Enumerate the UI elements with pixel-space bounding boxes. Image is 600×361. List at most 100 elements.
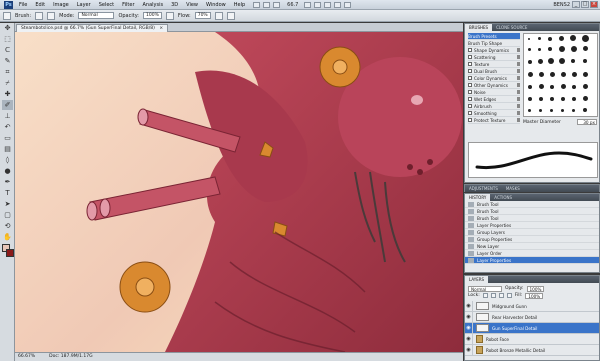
tab-history[interactable]: HISTORY	[465, 194, 491, 201]
brush-preset[interactable]	[570, 35, 576, 41]
brush-preset[interactable]	[539, 97, 543, 101]
brush-preset[interactable]	[561, 97, 565, 101]
layer-group-row[interactable]: ◉ Robot Face	[465, 333, 599, 345]
pen-tool-icon[interactable]: ✒	[2, 177, 13, 187]
extras-button[interactable]	[273, 1, 281, 8]
menu-image[interactable]: Image	[53, 2, 69, 8]
brush-picker[interactable]	[35, 11, 44, 20]
tab-masks[interactable]: MASKS	[502, 185, 524, 192]
layer-opacity-field[interactable]: 100%	[526, 285, 545, 292]
menu-filter[interactable]: Filter	[122, 2, 134, 8]
brush-preset[interactable]	[572, 85, 576, 89]
dodge-tool-icon[interactable]: ●	[2, 166, 13, 176]
brush-preset[interactable]	[583, 84, 588, 89]
menu-layer[interactable]: Layer	[77, 2, 91, 8]
lock-position-icon[interactable]	[498, 293, 504, 298]
menu-edit[interactable]: Edit	[35, 2, 45, 8]
quick-select-tool-icon[interactable]: ✎	[2, 56, 13, 66]
checkbox[interactable]	[468, 69, 472, 73]
brush-preset[interactable]	[559, 36, 564, 41]
history-item[interactable]: Brush Tool	[465, 208, 599, 215]
brush-preset[interactable]	[572, 97, 576, 101]
tab-actions[interactable]: ACTIONS	[490, 194, 516, 201]
brush-preset[interactable]	[550, 85, 554, 89]
brush-preset[interactable]	[538, 59, 543, 64]
brush-preset[interactable]	[539, 84, 544, 89]
zoom-level-select[interactable]: 66.7	[287, 2, 298, 8]
brush-preset[interactable]	[538, 48, 541, 51]
checkbox[interactable]	[468, 76, 472, 80]
lock-icon[interactable]	[517, 104, 520, 108]
checkbox[interactable]	[468, 90, 472, 94]
checkbox[interactable]	[468, 48, 472, 52]
layer-row[interactable]: ◉ Rear Harvester Detail	[465, 311, 599, 323]
brush-preset[interactable]	[572, 109, 575, 112]
brush-preset[interactable]	[561, 109, 564, 112]
menu-help[interactable]: Help	[234, 2, 245, 8]
checkbox[interactable]	[468, 111, 472, 115]
menu-3d[interactable]: 3D	[171, 2, 178, 8]
3d-rotate-tool-icon[interactable]: ⟲	[2, 221, 13, 231]
brush-preset[interactable]	[548, 47, 552, 51]
history-item[interactable]: Layer Properties	[465, 222, 599, 229]
brush-preset[interactable]	[539, 109, 542, 112]
brush-tool-icon[interactable]: ✐	[2, 100, 13, 110]
arrange-documents-button[interactable]	[334, 1, 342, 8]
checkbox[interactable]	[468, 62, 472, 66]
minibridge-button[interactable]	[263, 1, 271, 8]
menu-analysis[interactable]: Analysis	[143, 2, 164, 8]
fill-field[interactable]: 100%	[525, 292, 544, 299]
pressure-opacity-icon[interactable]	[165, 11, 174, 20]
blur-tool-icon[interactable]: ◊	[2, 155, 13, 165]
blend-mode-select[interactable]: Normal	[468, 285, 502, 292]
layer-group-row[interactable]: ◉ Robot Bronze Metallic Detail	[465, 344, 599, 356]
airbrush-icon[interactable]	[214, 11, 223, 20]
background-color-swatch[interactable]	[6, 249, 14, 257]
checkbox[interactable]	[468, 83, 472, 87]
brush-preset[interactable]	[528, 38, 530, 40]
checkbox[interactable]	[468, 118, 472, 122]
hand-tool-icon[interactable]: ✋	[2, 232, 13, 242]
brush-preset[interactable]	[571, 46, 577, 52]
lock-icon[interactable]	[517, 48, 520, 52]
workspace-switcher[interactable]: BENS2	[553, 2, 570, 8]
brush-preset[interactable]	[528, 48, 531, 51]
history-item-selected[interactable]: Layer Properties	[465, 257, 599, 264]
healing-brush-tool-icon[interactable]: ✚	[2, 89, 13, 99]
screen-mode-button[interactable]	[344, 1, 352, 8]
brush-preset[interactable]	[528, 85, 532, 89]
path-selection-tool-icon[interactable]: ➤	[2, 199, 13, 209]
brush-preset[interactable]	[559, 46, 565, 52]
visibility-eye-icon[interactable]: ◉	[465, 322, 473, 334]
lock-image-icon[interactable]	[490, 293, 496, 298]
brush-preset[interactable]	[548, 37, 552, 41]
history-item[interactable]: Layer Order	[465, 250, 599, 257]
zoom-tool-button[interactable]	[314, 1, 322, 8]
visibility-eye-icon[interactable]: ◉	[465, 311, 473, 323]
lock-icon[interactable]	[517, 76, 520, 80]
brush-preset[interactable]	[583, 46, 588, 51]
checkbox[interactable]	[468, 104, 472, 108]
brush-preset[interactable]	[539, 72, 544, 77]
rotate-view-button[interactable]	[324, 1, 332, 8]
layer-row-selected[interactable]: ◉ Gun SuperFinal Detail	[465, 322, 599, 334]
layer-row[interactable]: ◉ Midground Gunn	[465, 300, 599, 312]
menu-select[interactable]: Select	[99, 2, 114, 8]
eyedropper-tool-icon[interactable]: ⌿	[2, 78, 13, 88]
lock-all-icon[interactable]	[506, 293, 512, 298]
hand-tool-button[interactable]	[304, 1, 312, 8]
brush-tool-preset-icon[interactable]	[3, 11, 11, 20]
brush-preset[interactable]	[583, 72, 588, 77]
marquee-tool-icon[interactable]: ⬚	[2, 34, 13, 44]
eraser-tool-icon[interactable]: ▭	[2, 133, 13, 143]
lock-transparent-icon[interactable]	[482, 293, 488, 298]
close-icon[interactable]: ×	[590, 1, 598, 8]
brush-preset[interactable]	[550, 109, 553, 112]
history-item[interactable]: Brush Tool	[465, 201, 599, 208]
lasso-tool-icon[interactable]: ᑕ	[2, 45, 13, 55]
brush-preset[interactable]	[561, 72, 566, 77]
lock-icon[interactable]	[517, 118, 520, 122]
brush-panel-toggle-icon[interactable]	[47, 11, 56, 20]
status-zoom[interactable]: 66.67%	[18, 353, 35, 361]
tab-layers[interactable]: LAYERS	[465, 276, 489, 283]
